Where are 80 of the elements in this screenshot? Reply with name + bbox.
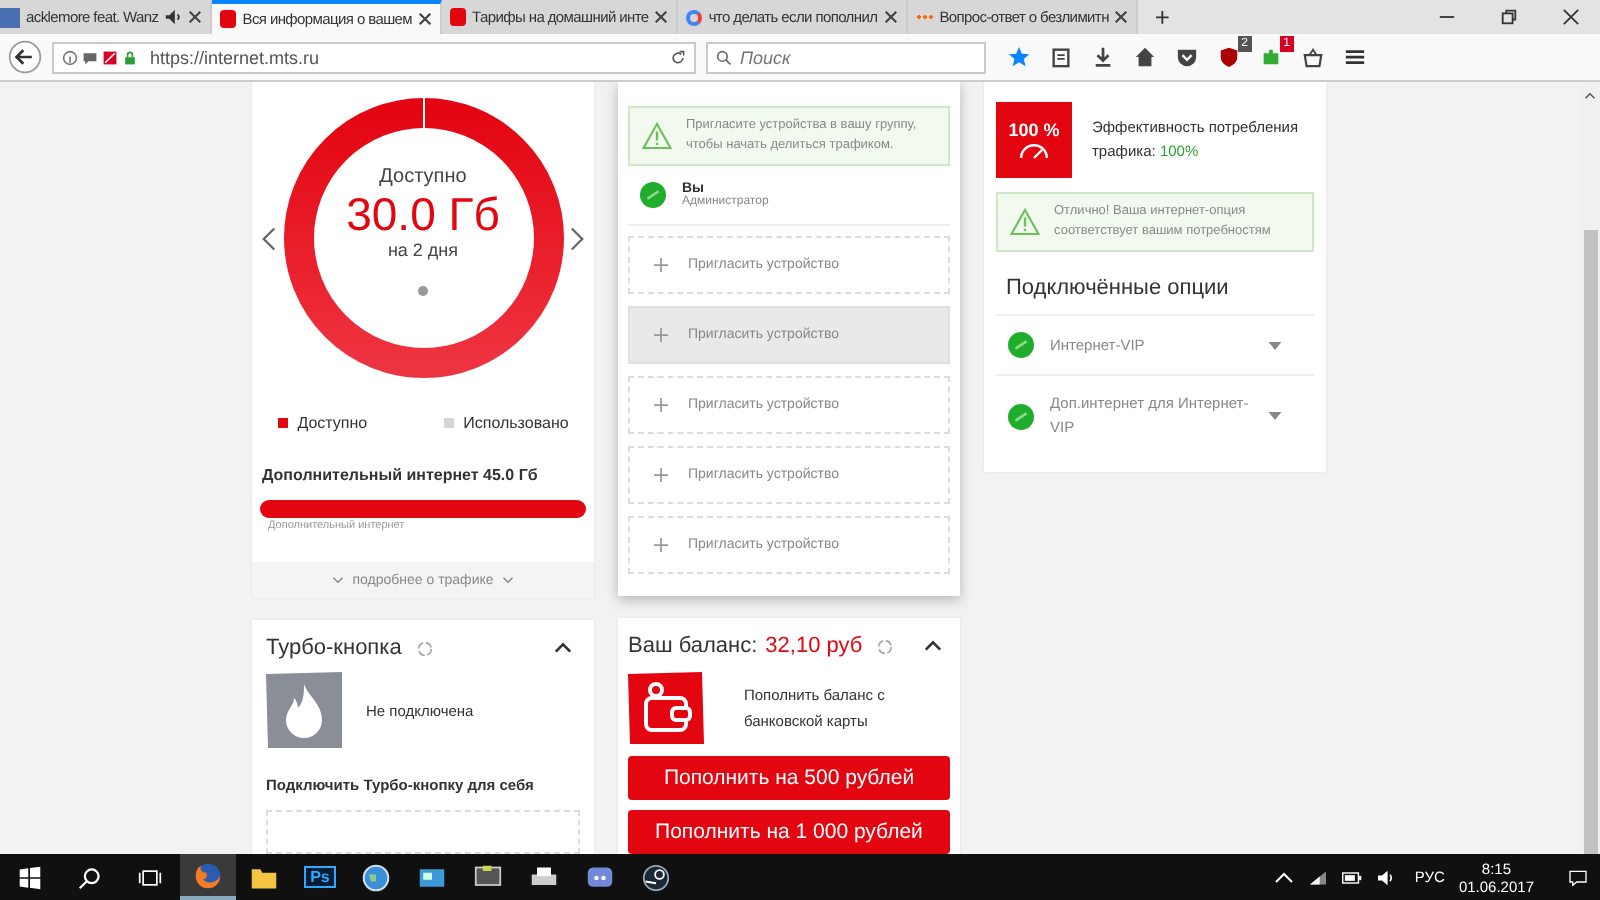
info-icon[interactable] [62,49,78,65]
close-icon[interactable] [883,10,898,24]
plus-icon [654,398,668,412]
window-icon [418,863,446,891]
steam-icon [642,863,670,891]
gamepad-chat-icon [586,863,614,891]
lock-icon [122,49,138,65]
home-icon[interactable] [1134,46,1156,68]
plus-icon [654,258,668,272]
taskbar-app[interactable]: Ps [292,854,348,900]
close-icon[interactable] [188,10,203,24]
search-icon [716,49,732,65]
chevron-up-icon[interactable] [554,642,572,654]
notification-icon[interactable] [1568,869,1588,885]
available-amount: 30.0 Гб [346,187,500,239]
dots-favicon-icon [915,14,934,20]
monitor-icon [474,863,502,891]
available-label: Доступно [379,165,467,187]
mts-favicon-icon [220,10,237,28]
scrollbar-thumb[interactable] [1583,230,1597,854]
plus-icon [654,328,668,342]
close-icon[interactable] [654,10,669,24]
close-icon[interactable] [418,12,433,26]
efficiency-badge: 100 % [996,102,1072,178]
close-icon[interactable] [1114,10,1129,24]
folder-icon [250,863,278,891]
chevron-down-icon [332,576,345,584]
clipboard-icon[interactable] [1050,46,1072,68]
new-tab-button[interactable]: + [1138,0,1187,34]
search-field[interactable]: Поиск [706,41,986,73]
pager-dot-icon[interactable] [418,285,428,295]
plus-icon [654,468,668,482]
warning-icon [1010,208,1040,236]
fox-globe-icon [194,861,222,889]
speaker-icon[interactable] [1376,869,1397,885]
basket-icon[interactable] [1302,46,1324,68]
printer-icon [530,863,558,891]
options-title: Подключённые опции [1006,276,1231,300]
battery-icon[interactable] [1342,869,1363,885]
card-title: Турбо-кнопка [266,636,402,660]
legend-label: Использовано [463,414,569,432]
shield-icon[interactable] [1218,46,1240,68]
chevron-down-icon [501,576,514,584]
link-badge-icon [1008,403,1034,429]
address-field[interactable]: https://internet.mts.ru [52,41,696,73]
dropdown-arrow-icon [1268,412,1282,420]
legend-label: Доступно [297,414,368,432]
pocket-icon[interactable] [1176,46,1198,68]
balance-label: Ваш баланс: [628,634,758,658]
wallet-icon [628,670,704,746]
reload-icon[interactable] [670,49,686,65]
star-icon[interactable] [1008,46,1030,68]
wifi-icon[interactable] [1308,869,1329,885]
scroll-up-icon[interactable] [1584,92,1596,100]
link-badge-icon [1008,332,1034,358]
chevron-up-icon[interactable] [924,640,942,652]
google-favicon-icon [686,9,703,25]
menu-icon[interactable] [1344,46,1366,68]
restore-icon[interactable] [1500,8,1518,26]
gauge-icon [1018,140,1050,160]
extra-internet-title: Дополнительный интернет 45.0 Гб [260,466,540,484]
back-icon[interactable] [8,40,42,74]
speaker-icon[interactable] [164,8,183,26]
flag-icon [102,49,118,65]
period-text: на 2 дня [387,239,459,259]
search-input[interactable]: Поиск [740,47,940,67]
page-favicon-icon [0,7,20,27]
link-badge-icon [640,182,666,208]
topup-button[interactable]: Пополнить на 500 рублей [628,756,950,800]
mts-favicon-icon [450,8,467,26]
flame-icon [266,672,342,748]
close-icon[interactable] [1562,8,1580,26]
warning-icon [642,122,672,150]
download-icon[interactable] [1092,46,1114,68]
chat-icon [82,49,98,65]
globe-icon [362,863,390,891]
plus-icon [654,538,668,552]
topup-button[interactable]: Пополнить на 1 000 рублей [628,810,950,854]
dropdown-arrow-icon [1268,341,1282,349]
balance-amount: 32,10 руб [765,634,863,658]
